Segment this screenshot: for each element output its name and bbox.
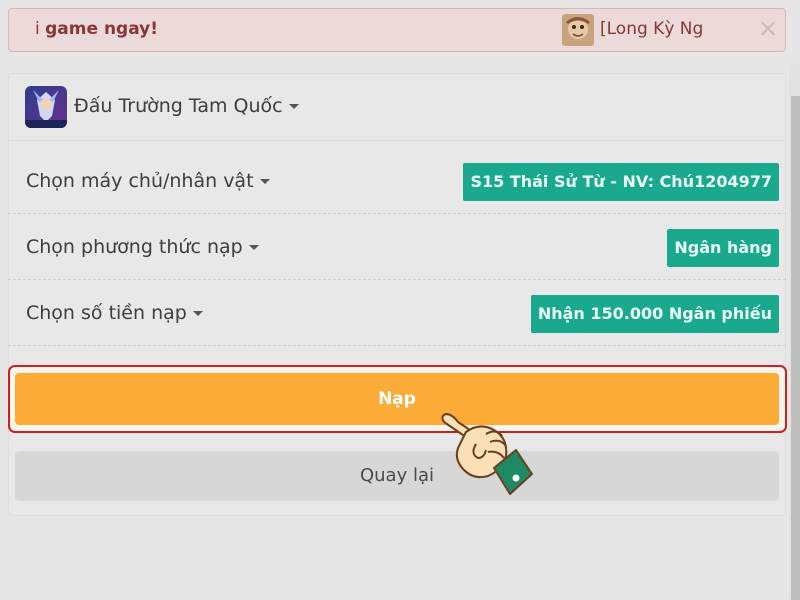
server-character-value[interactable]: S15 Thái Sử Từ - NV: Chú1204977 bbox=[463, 163, 779, 201]
close-icon[interactable]: × bbox=[758, 13, 778, 43]
payment-method-row[interactable]: Chọn phương thức nạp Ngân hàng bbox=[8, 214, 786, 280]
caret-down-icon bbox=[288, 104, 299, 109]
banner-message-prefix: i bbox=[35, 19, 40, 39]
server-character-dropdown[interactable]: Chọn máy chủ/nhân vật bbox=[26, 170, 270, 192]
user-avatar bbox=[562, 14, 594, 46]
amount-row[interactable]: Chọn số tiền nạp Nhận 150.000 Ngân phiếu bbox=[8, 280, 786, 346]
server-character-row[interactable]: Chọn máy chủ/nhân vật S15 Thái Sử Từ - N… bbox=[8, 148, 786, 214]
back-button[interactable]: Quay lại bbox=[15, 451, 779, 501]
amount-dropdown[interactable]: Chọn số tiền nạp bbox=[26, 302, 203, 324]
server-character-label: Chọn máy chủ/nhân vật bbox=[26, 170, 254, 192]
game-selector[interactable]: Đấu Trường Tam Quốc bbox=[8, 73, 786, 141]
submit-button[interactable]: Nạp bbox=[15, 373, 779, 425]
caret-down-icon bbox=[248, 245, 259, 250]
caret-down-icon bbox=[192, 311, 203, 316]
payment-method-value[interactable]: Ngân hàng bbox=[667, 229, 779, 267]
scrollbar-thumb[interactable] bbox=[791, 96, 800, 600]
banner-username: [Long Kỳ Ng bbox=[600, 19, 704, 39]
avatar-image-icon bbox=[562, 14, 594, 46]
caret-down-icon bbox=[259, 179, 270, 184]
amount-label: Chọn số tiền nạp bbox=[26, 302, 187, 324]
payment-method-label: Chọn phương thức nạp bbox=[26, 236, 243, 258]
banner-message-bold: game ngay! bbox=[45, 19, 158, 39]
game-logo-icon bbox=[25, 86, 67, 128]
pointing-hand-icon bbox=[441, 413, 533, 495]
notification-banner: i game ngay! [Long Kỳ Ng × bbox=[8, 8, 786, 52]
amount-value[interactable]: Nhận 150.000 Ngân phiếu bbox=[530, 295, 779, 333]
payment-method-dropdown[interactable]: Chọn phương thức nạp bbox=[26, 236, 259, 258]
game-name-dropdown[interactable]: Đấu Trường Tam Quốc bbox=[74, 95, 299, 117]
banner-message: i game ngay! bbox=[35, 19, 158, 39]
game-name-label: Đấu Trường Tam Quốc bbox=[74, 95, 283, 117]
